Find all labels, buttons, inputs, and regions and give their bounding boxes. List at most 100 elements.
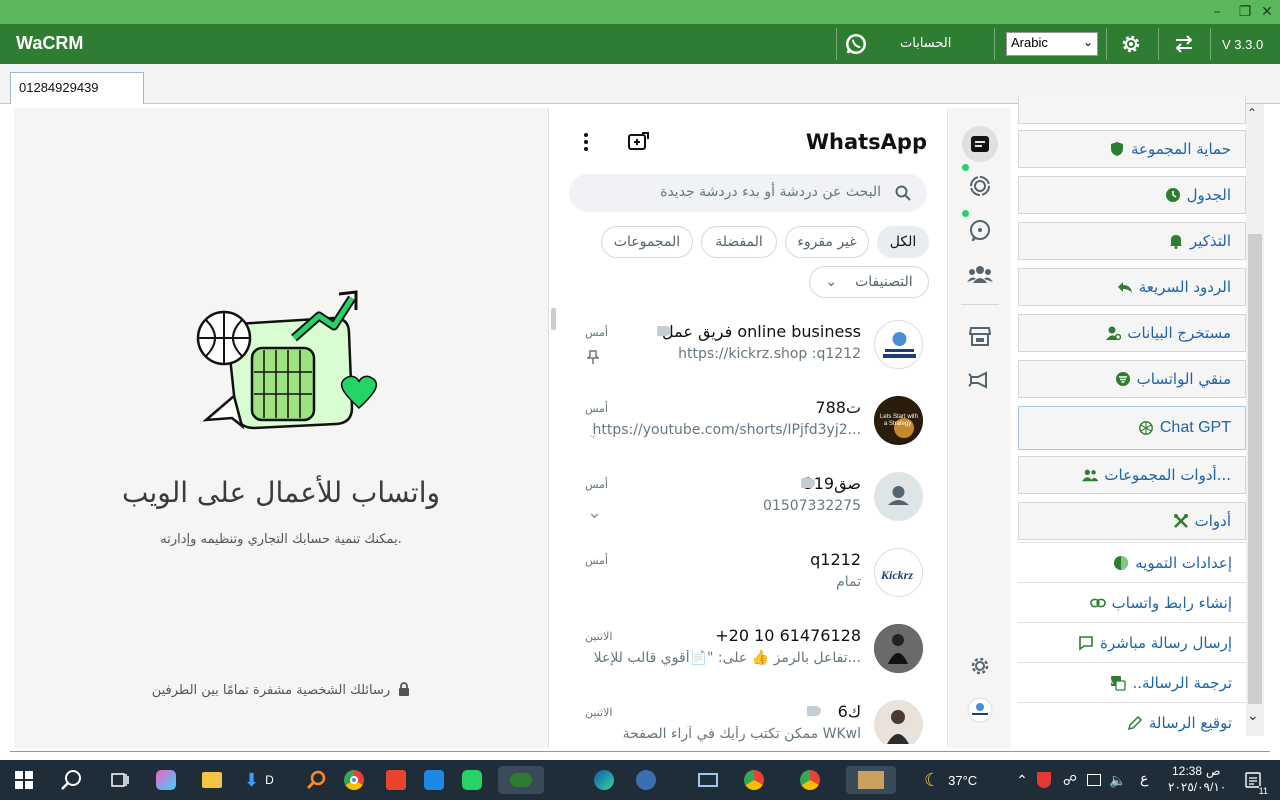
chrome-icon[interactable] — [740, 766, 768, 794]
chat-name: ك6 — [837, 702, 861, 721]
filter-all[interactable]: الكل — [877, 226, 929, 258]
anydesk-icon[interactable] — [382, 766, 410, 794]
menu-item-direct-message[interactable]: إرسال رسالة مباشرة — [1018, 622, 1246, 662]
magnifier-icon[interactable] — [302, 766, 330, 794]
filter-favorites[interactable]: المفضلة — [701, 226, 777, 258]
scroll-down-icon[interactable]: ⌄ — [1247, 708, 1259, 724]
chrome-profile-icon[interactable] — [796, 766, 824, 794]
search-input[interactable]: البحث عن دردشة أو بدء دردشة جديدة — [569, 174, 927, 212]
version-label: V 3.3.0 — [1222, 37, 1264, 52]
menu-item-group-protection[interactable]: حماية المجموعة — [1018, 130, 1246, 168]
menu-dots-icon[interactable] — [583, 132, 595, 154]
app-icon[interactable] — [632, 766, 660, 794]
labels-filter[interactable]: ⌄ التصنيفات — [809, 266, 929, 298]
ads-icon[interactable] — [964, 364, 996, 396]
blur-icon — [1113, 555, 1129, 571]
chat-time: الاثنين — [585, 706, 613, 719]
accounts-button[interactable]: الحسابات — [900, 36, 951, 51]
link-icon — [1089, 595, 1106, 611]
switch-icon[interactable] — [1172, 32, 1196, 56]
shield-icon[interactable] — [1030, 766, 1058, 794]
active-window-item[interactable] — [846, 766, 896, 794]
chats-icon[interactable] — [962, 126, 998, 162]
menu-item-translate[interactable]: A ترجمة الرسالة.. — [1018, 662, 1246, 702]
weather-widget[interactable]: ☾ 37°C — [924, 766, 994, 794]
gear-icon[interactable] — [1119, 32, 1143, 56]
new-chat-icon[interactable] — [627, 132, 651, 154]
tab-account[interactable]: 01284929439 — [10, 72, 144, 104]
edge-icon[interactable] — [590, 766, 618, 794]
monitor-icon[interactable] — [694, 766, 722, 794]
whatsapp-icon[interactable] — [458, 766, 486, 794]
chat-preview: 01507332275 — [763, 498, 861, 514]
divider — [836, 28, 837, 60]
channels-icon[interactable] — [964, 214, 996, 246]
chat-time: أمس — [585, 402, 608, 415]
menu-item-partial[interactable] — [1018, 96, 1246, 124]
avatar — [874, 700, 923, 744]
menu-item-schedule[interactable]: الجدول — [1018, 176, 1246, 214]
menu-item-blur-settings[interactable]: إعدادات التمويه — [1018, 542, 1246, 582]
chat-time: أمس — [585, 326, 608, 339]
tools-icon — [1173, 513, 1189, 529]
chat-time: أمس — [585, 478, 608, 491]
menu-item-chat-gpt[interactable]: Chat GPT — [1018, 406, 1246, 450]
menu-item-label: منقي الواتساب — [1136, 370, 1231, 388]
svg-text:a Strategy: a Strategy — [884, 421, 911, 427]
settings-icon[interactable] — [964, 650, 996, 682]
file-explorer-icon[interactable] — [198, 766, 226, 794]
divider — [961, 304, 999, 305]
shield-icon — [1109, 141, 1125, 157]
filter-unread[interactable]: غير مقروء — [785, 226, 869, 258]
menu-item-quick-replies[interactable]: الردود السريعة — [1018, 268, 1246, 306]
menu-item-data-extractor[interactable]: مستخرج البيانات — [1018, 314, 1246, 352]
language-select[interactable]: Arabic ⌄ — [1006, 32, 1098, 56]
chevron-down-icon[interactable]: ⌄ — [587, 502, 602, 523]
status-icon[interactable] — [964, 170, 996, 202]
communities-icon[interactable] — [964, 258, 996, 290]
menu-item-signature[interactable]: توقيع الرسالة — [1018, 702, 1246, 742]
menu-item-reminder[interactable]: التذكير — [1018, 222, 1246, 260]
downloads-taskbar-item[interactable]: ⬇ D — [244, 766, 292, 794]
divider — [1106, 28, 1107, 60]
menu-item-whatsapp-filter[interactable]: منقي الواتساب — [1018, 360, 1246, 398]
chat-item[interactable]: فريق عمل online business https://kickrz.… — [549, 320, 949, 396]
chrome-icon[interactable] — [340, 766, 368, 794]
volume-icon[interactable]: 🔈 — [1104, 766, 1132, 794]
close-icon[interactable]: ✕ — [1256, 0, 1278, 24]
menu-item-tools[interactable]: أدوات — [1018, 502, 1246, 540]
task-view-icon[interactable] — [106, 766, 134, 794]
minimize-icon[interactable]: – — [1206, 0, 1228, 24]
menu-item-group-tools[interactable]: ...أدوات المجموعات — [1018, 456, 1246, 494]
store-icon[interactable] — [964, 320, 996, 352]
labels-filter-text: التصنيفات — [855, 274, 913, 290]
taskbar: ⬇ D ☾ 37°C ⌃ ☍ 🔈 ع 12:38 ص ٢٠٢٥/٠٩/١٠ 11 — [0, 760, 1280, 800]
clock-ampm: ص — [1206, 764, 1221, 778]
profile-avatar[interactable] — [964, 694, 996, 726]
clock-date[interactable]: ٢٠٢٥/٠٩/١٠ — [1168, 780, 1226, 794]
menu-item-label: توقيع الرسالة — [1148, 713, 1232, 732]
windows-start-icon[interactable] — [10, 766, 38, 794]
chevron-down-icon[interactable]: ⌄ — [587, 426, 599, 442]
clock-time[interactable]: 12:38 — [1172, 764, 1202, 778]
chat-item[interactable]: Lets Start with a Strategy ت788 https://y… — [549, 396, 949, 472]
menu-scrollbar-thumb[interactable] — [1248, 234, 1262, 704]
weather-temp: 37°C — [948, 772, 978, 788]
app-icon[interactable] — [420, 766, 448, 794]
chat-item[interactable]: Kickrz q1212 تمام أمس — [549, 548, 949, 624]
chat-list-pane: WhatsApp البحث عن دردشة أو بدء دردشة جدي… — [548, 108, 948, 748]
chat-item[interactable]: صق319 01507332275 أمس ⌄ — [549, 472, 949, 548]
chat-item[interactable]: ك6 ممكن تكتب رأيك في آراء الصفحة WKwl ال… — [549, 700, 949, 744]
chat-item[interactable]: +20 10 61476128 تفاعل بالرمز 👍 على: "📄أق… — [549, 624, 949, 700]
scroll-up-icon[interactable]: ⌃ — [1247, 106, 1257, 120]
maximize-icon[interactable]: ❐ — [1234, 0, 1256, 24]
input-language[interactable]: ع — [1140, 770, 1148, 787]
copilot-icon[interactable] — [152, 766, 180, 794]
whatsapp-icon[interactable] — [844, 32, 868, 56]
wacrm-taskbar-item[interactable] — [498, 766, 544, 794]
menu-item-create-link[interactable]: إنشاء رابط واتساب — [1018, 582, 1246, 622]
search-icon[interactable] — [58, 766, 86, 794]
notifications-button[interactable]: 11 — [1236, 766, 1270, 796]
chat-preview: تفاعل بالرمز 👍 على: "📄أقوي قالب للإعلا..… — [593, 650, 861, 666]
filter-groups[interactable]: المجموعات — [601, 226, 693, 258]
